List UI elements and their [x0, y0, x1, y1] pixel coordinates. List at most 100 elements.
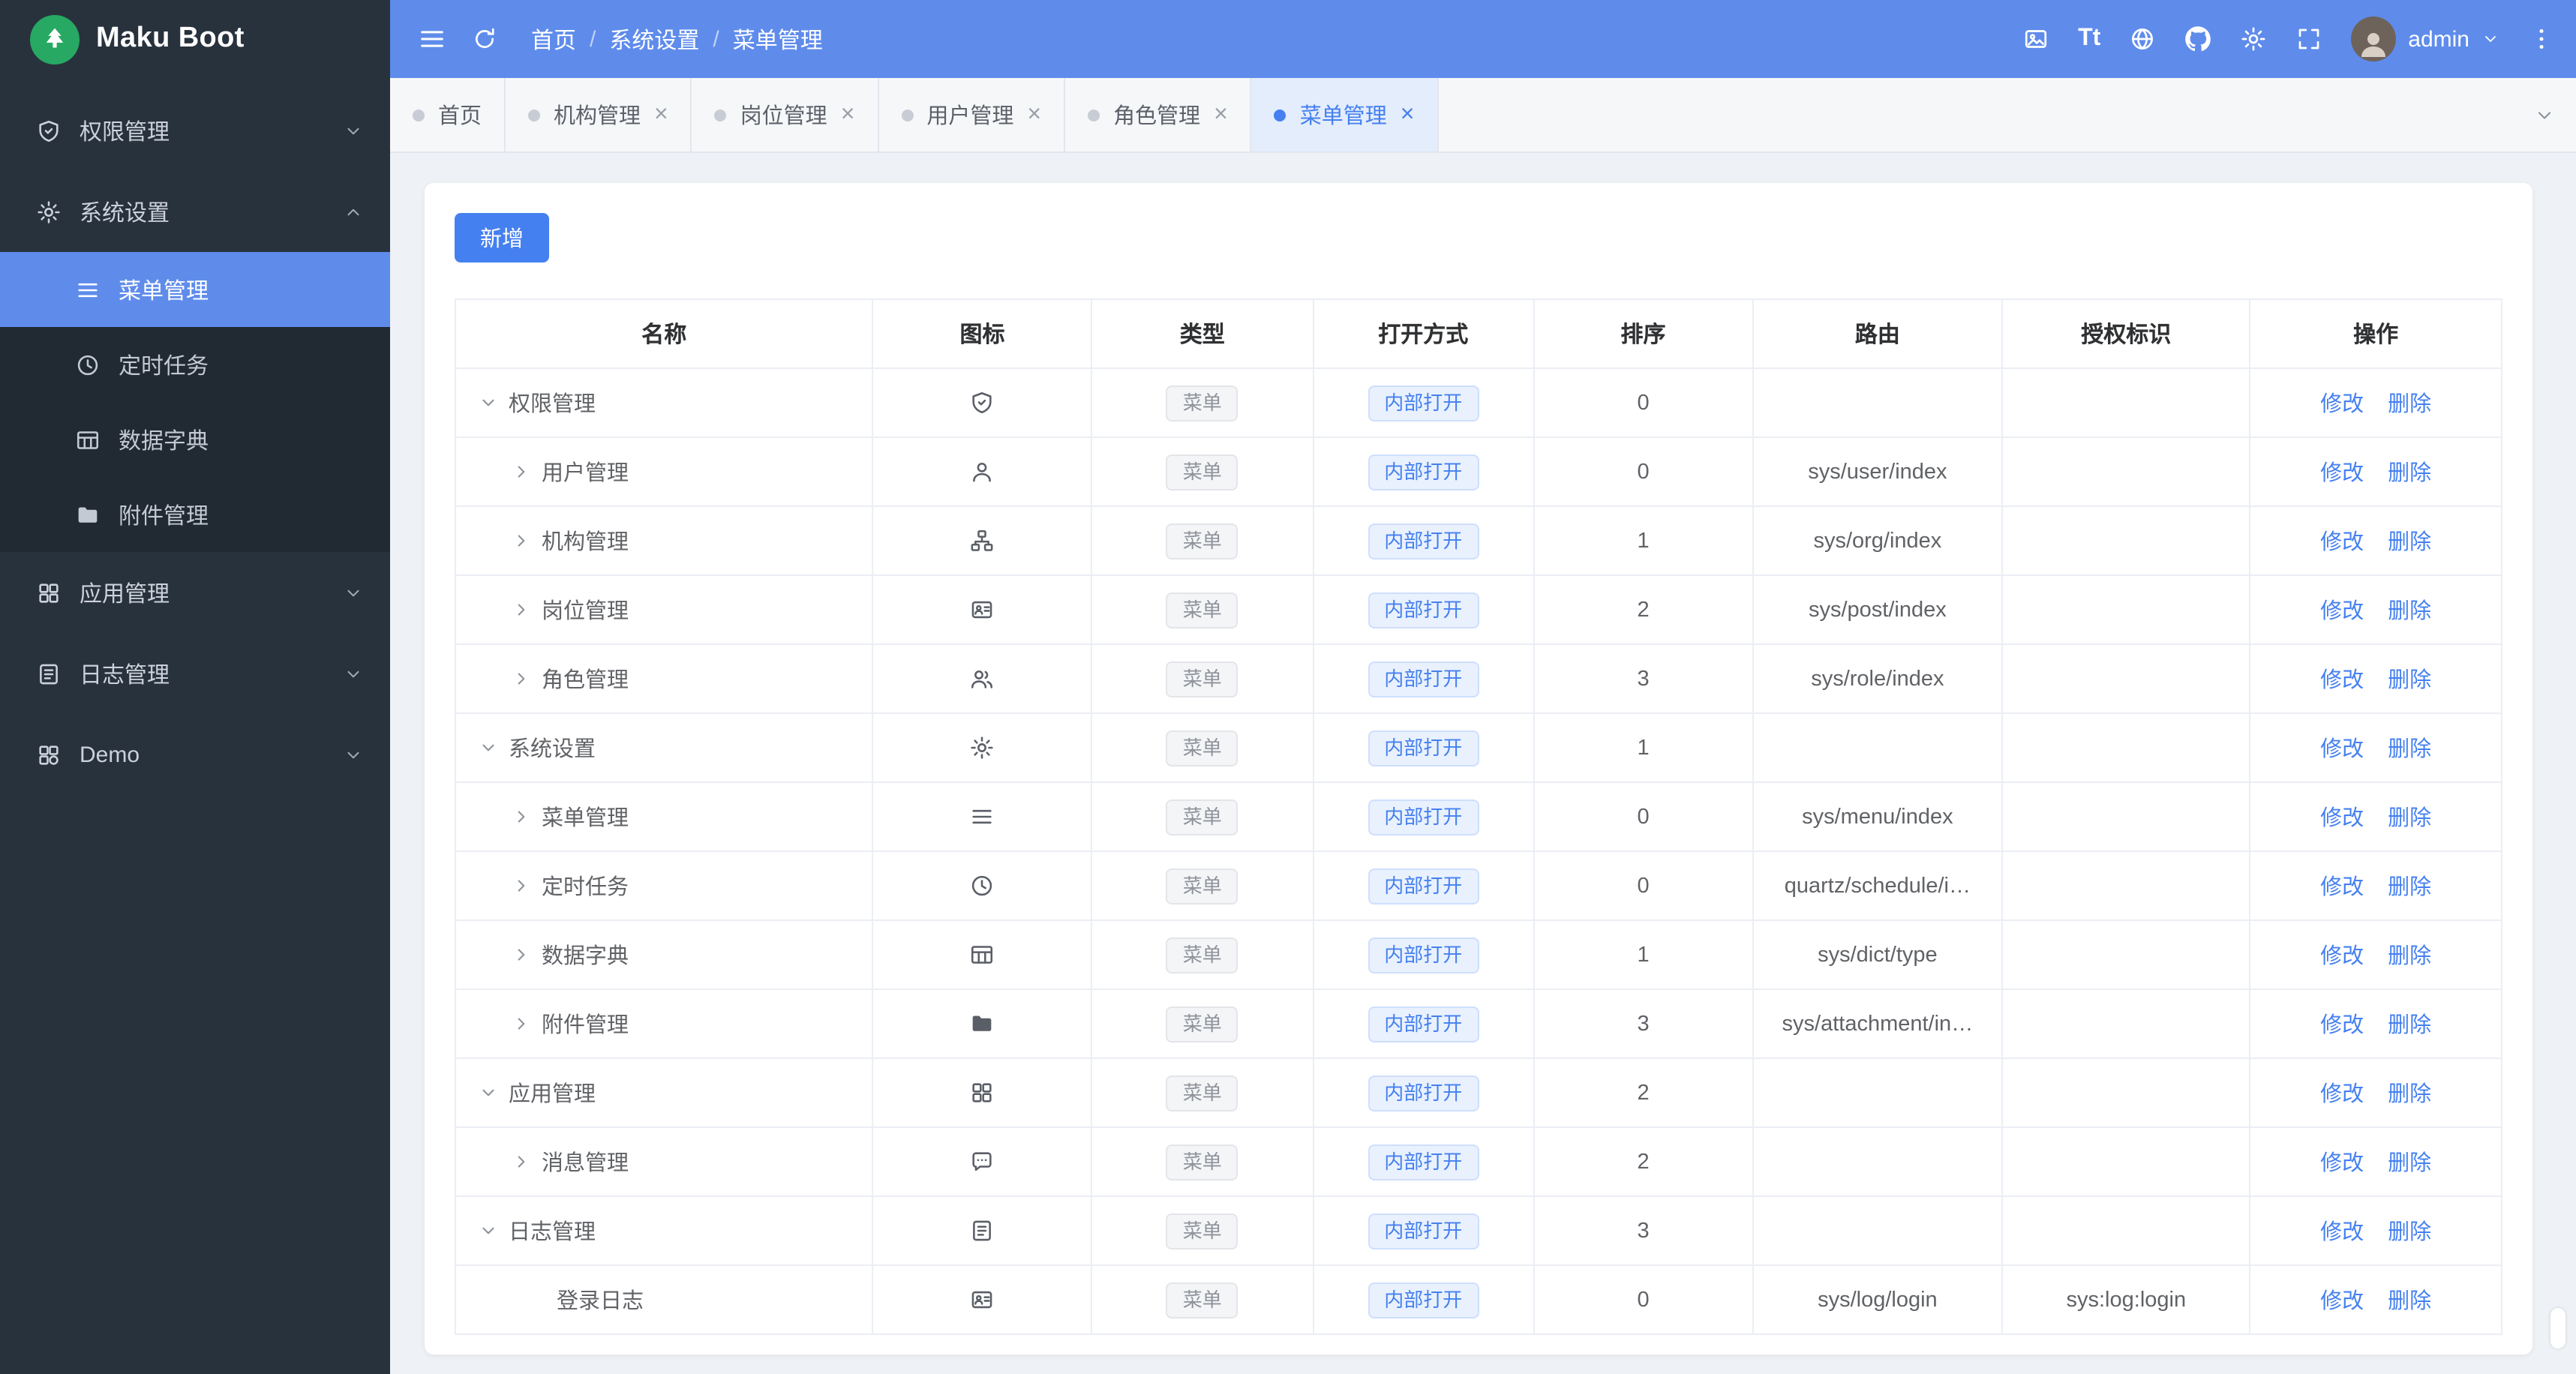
tab-label: 用户管理 [926, 105, 1014, 129]
sidebar-item-权限管理[interactable]: 权限管理 [0, 90, 390, 171]
tab-dot [1274, 109, 1286, 121]
delete-link[interactable]: 删除 [2388, 1083, 2431, 1107]
edit-link[interactable]: 修改 [2320, 669, 2364, 693]
language-button[interactable] [2129, 26, 2156, 52]
sidebar-item-应用管理[interactable]: 应用管理 [0, 552, 390, 633]
expand-arrow-icon[interactable] [479, 1083, 498, 1102]
delete-link[interactable]: 删除 [2388, 876, 2431, 900]
delete-link[interactable]: 删除 [2388, 1014, 2431, 1038]
sidebar-subitem-定时任务[interactable]: 定时任务 [0, 327, 390, 402]
close-icon[interactable]: × [1027, 102, 1041, 127]
expand-arrow-icon[interactable] [512, 1014, 531, 1034]
edit-link[interactable]: 修改 [2320, 945, 2364, 969]
name-cell: 系统设置 [454, 712, 874, 783]
tab-options-button[interactable] [2513, 78, 2576, 152]
expand-arrow-icon[interactable] [512, 945, 531, 964]
edit-link[interactable]: 修改 [2320, 1152, 2364, 1176]
user-menu[interactable]: admin [2351, 16, 2499, 62]
delete-link[interactable]: 删除 [2388, 1221, 2431, 1245]
tab-岗位管理[interactable]: 岗位管理 × [692, 78, 879, 152]
tab-首页[interactable]: 首页 [390, 78, 506, 152]
tab-机构管理[interactable]: 机构管理 × [506, 78, 692, 152]
close-icon[interactable]: × [654, 102, 668, 127]
delete-link[interactable]: 删除 [2388, 807, 2431, 831]
delete-link[interactable]: 删除 [2388, 669, 2431, 693]
topbar-actions: Tt admin [2022, 16, 2555, 62]
delete-link[interactable]: 删除 [2388, 738, 2431, 762]
expand-arrow-icon[interactable] [512, 807, 531, 826]
github-button[interactable] [2184, 26, 2211, 52]
close-icon[interactable]: × [1214, 102, 1228, 127]
delete-link[interactable]: 删除 [2388, 393, 2431, 417]
sidebar-item-日志管理[interactable]: 日志管理 [0, 633, 390, 714]
menu-name: 用户管理 [542, 462, 629, 486]
expand-arrow-icon[interactable] [479, 738, 498, 758]
edit-link[interactable]: 修改 [2320, 876, 2364, 900]
edit-link[interactable]: 修改 [2320, 462, 2364, 486]
close-icon[interactable]: × [1401, 102, 1415, 127]
delete-link[interactable]: 删除 [2388, 945, 2431, 969]
edit-link[interactable]: 修改 [2320, 1221, 2364, 1245]
expand-arrow-icon[interactable] [479, 393, 498, 412]
fullscreen-button[interactable] [2295, 26, 2322, 52]
tab-label: 机构管理 [554, 105, 641, 129]
table-row: 用户管理 菜单 内部打开 0 sys/user/index 修改 删除 [454, 436, 2502, 507]
collapse-sidebar-button[interactable] [417, 24, 447, 54]
scrollbar-thumb[interactable] [2550, 1308, 2565, 1348]
logo[interactable]: Maku Boot [0, 0, 390, 78]
delete-link[interactable]: 删除 [2388, 1152, 2431, 1176]
close-icon[interactable]: × [841, 102, 855, 127]
edit-link[interactable]: 修改 [2320, 807, 2364, 831]
expand-arrow-icon[interactable] [479, 1221, 498, 1240]
auth-cell [2001, 436, 2251, 507]
expand-arrow-icon[interactable] [512, 600, 531, 620]
more-menu-button[interactable] [2528, 26, 2555, 52]
expand-arrow-icon[interactable] [512, 462, 531, 482]
refresh-button[interactable] [471, 26, 498, 52]
gear-icon [2240, 26, 2267, 52]
settings-button[interactable] [2240, 26, 2267, 52]
edit-link[interactable]: 修改 [2320, 1290, 2364, 1314]
tab-角色管理[interactable]: 角色管理 × [1065, 78, 1252, 152]
breadcrumb-separator: / [590, 26, 596, 52]
font-size-button[interactable]: Tt [2078, 26, 2100, 51]
expand-arrow-icon[interactable] [512, 876, 531, 896]
delete-link[interactable]: 删除 [2388, 531, 2431, 555]
delete-link[interactable]: 删除 [2388, 600, 2431, 624]
edit-link[interactable]: 修改 [2320, 531, 2364, 555]
edit-link[interactable]: 修改 [2320, 1014, 2364, 1038]
sidebar-subitem-菜单管理[interactable]: 菜单管理 [0, 252, 390, 327]
open-type-cell: 内部打开 [1311, 644, 1535, 714]
breadcrumb-item[interactable]: 首页 [531, 23, 576, 55]
expand-arrow-icon[interactable] [512, 1152, 531, 1172]
edit-link[interactable]: 修改 [2320, 393, 2364, 417]
open-type-cell: 内部打开 [1311, 368, 1535, 438]
table-row: 菜单管理 菜单 内部打开 0 sys/menu/index 修改 删除 [454, 782, 2502, 852]
edit-link[interactable]: 修改 [2320, 600, 2364, 624]
expand-arrow-icon[interactable] [512, 669, 531, 688]
breadcrumb-item[interactable]: 菜单管理 [733, 23, 823, 55]
tab-用户管理[interactable]: 用户管理 × [878, 78, 1066, 152]
tab-菜单管理[interactable]: 菜单管理 × [1251, 78, 1439, 152]
expand-arrow-icon[interactable] [512, 531, 531, 550]
screenshot-button[interactable] [2022, 26, 2049, 52]
delete-link[interactable]: 删除 [2388, 1290, 2431, 1314]
chevron-down-icon [344, 121, 363, 140]
name-cell: 菜单管理 [454, 782, 874, 852]
sidebar-item-系统设置[interactable]: 系统设置 [0, 171, 390, 252]
kebab-icon [2528, 26, 2555, 52]
sidebar-subitem-数据字典[interactable]: 数据字典 [0, 402, 390, 477]
delete-link[interactable]: 删除 [2388, 462, 2431, 486]
breadcrumb-item[interactable]: 系统设置 [609, 23, 699, 55]
route-cell: sys/user/index [1752, 436, 2004, 507]
open-type-cell: 内部打开 [1311, 1126, 1535, 1197]
name-cell: 登录日志 [454, 1264, 874, 1335]
edit-link[interactable]: 修改 [2320, 1083, 2364, 1107]
add-button[interactable]: 新增 [455, 213, 549, 262]
sidebar-subitem-附件管理[interactable]: 附件管理 [0, 477, 390, 552]
ops-cell: 修改 删除 [2249, 368, 2502, 438]
auth-cell [2001, 1126, 2251, 1197]
sidebar-item-Demo[interactable]: Demo [0, 714, 390, 795]
breadcrumb: 首页 / 系统设置 / 菜单管理 [531, 23, 823, 55]
edit-link[interactable]: 修改 [2320, 738, 2364, 762]
